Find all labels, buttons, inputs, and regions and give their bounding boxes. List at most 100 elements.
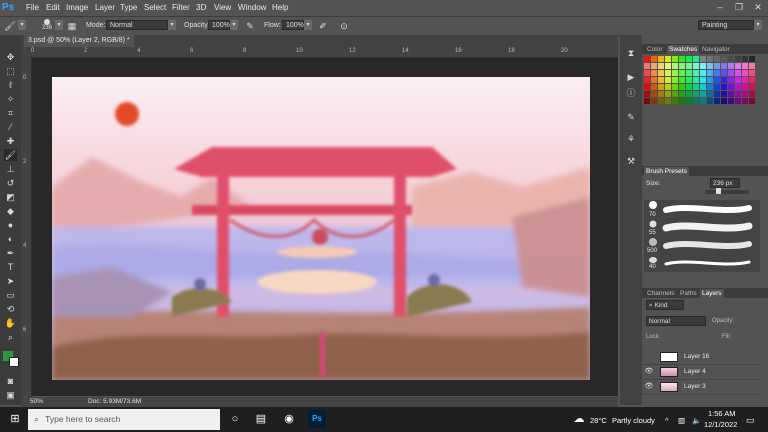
menu-type[interactable]: Type: [120, 3, 137, 12]
eye-icon[interactable]: 👁: [644, 382, 654, 392]
color-swatch[interactable]: [651, 77, 657, 83]
color-swatch[interactable]: [686, 98, 692, 104]
hand-tool-icon[interactable]: ✋: [4, 317, 17, 329]
tab-swatches[interactable]: Swatches: [667, 45, 700, 54]
type-tool-icon[interactable]: T: [4, 261, 17, 273]
color-swatch[interactable]: [686, 56, 692, 62]
mode-dropdown-arrow[interactable]: ▾: [168, 20, 176, 30]
weather-icon[interactable]: ☁: [570, 410, 588, 428]
color-swatch[interactable]: [693, 98, 699, 104]
color-swatch[interactable]: [672, 63, 678, 69]
marquee-tool-icon[interactable]: ⬚: [4, 65, 17, 77]
color-swatch[interactable]: [700, 91, 706, 97]
color-swatch[interactable]: [728, 63, 734, 69]
pen-tool-icon[interactable]: ✒: [4, 247, 17, 259]
color-swatch[interactable]: [693, 63, 699, 69]
brush-preset-list[interactable]: 70 55 500 40: [644, 200, 760, 272]
color-swatch[interactable]: [700, 77, 706, 83]
color-swatch[interactable]: [721, 98, 727, 104]
color-swatch[interactable]: [721, 91, 727, 97]
color-swatch[interactable]: [679, 84, 685, 90]
color-swatch[interactable]: [679, 77, 685, 83]
weather-temperature[interactable]: 28°C: [590, 416, 607, 425]
color-swatch[interactable]: [665, 98, 671, 104]
color-swatch[interactable]: [665, 84, 671, 90]
volume-icon[interactable]: 🔈: [692, 416, 701, 425]
color-swatch[interactable]: [707, 70, 713, 76]
brush-size-slider[interactable]: [705, 188, 749, 194]
swatches-grid[interactable]: [644, 56, 760, 108]
tab-color[interactable]: Color: [645, 45, 665, 54]
color-swatch[interactable]: [644, 70, 650, 76]
opacity-dropdown-arrow[interactable]: ▾: [230, 20, 238, 30]
color-swatch[interactable]: [714, 84, 720, 90]
color-swatch[interactable]: [742, 56, 748, 62]
color-swatch[interactable]: [686, 77, 692, 83]
color-swatch[interactable]: [651, 91, 657, 97]
background-color-swatch[interactable]: [9, 357, 19, 367]
color-swatch[interactable]: [665, 77, 671, 83]
close-window-button[interactable]: ✕: [750, 1, 766, 14]
menu-view[interactable]: View: [214, 3, 231, 12]
color-swatch[interactable]: [686, 91, 692, 97]
clock-date[interactable]: 12/1/2022: [704, 420, 737, 429]
opacity-input[interactable]: 100%: [208, 20, 230, 30]
color-swatch[interactable]: [749, 84, 755, 90]
color-swatch[interactable]: [644, 91, 650, 97]
color-swatch[interactable]: [742, 84, 748, 90]
file-explorer-icon[interactable]: ▤: [252, 410, 270, 428]
color-swatch[interactable]: [672, 77, 678, 83]
flow-input[interactable]: 100%: [282, 20, 304, 30]
screen-mode-icon[interactable]: ▣: [4, 389, 17, 401]
color-swatch[interactable]: [749, 98, 755, 104]
color-swatch[interactable]: [735, 56, 741, 62]
menu-window[interactable]: Window: [238, 3, 266, 12]
3d-tool-icon[interactable]: ⟲: [4, 303, 17, 315]
color-swatch[interactable]: [728, 70, 734, 76]
tab-brush-presets[interactable]: Brush Presets: [644, 167, 689, 176]
color-swatch[interactable]: [665, 56, 671, 62]
chrome-icon[interactable]: ◉: [280, 410, 298, 428]
color-swatch[interactable]: [721, 84, 727, 90]
photoshop-taskbar-icon[interactable]: Ps: [308, 410, 326, 428]
color-swatch[interactable]: [707, 98, 713, 104]
color-swatch[interactable]: [707, 63, 713, 69]
blur-tool-icon[interactable]: ●: [4, 219, 17, 231]
weather-description[interactable]: Partly cloudy: [612, 416, 655, 425]
brush-panel-toggle-icon[interactable]: ▦: [66, 20, 78, 32]
tab-navigator[interactable]: Navigator: [700, 45, 732, 54]
brush-picker-dropdown[interactable]: ▾: [55, 20, 63, 30]
healing-brush-tool-icon[interactable]: ✚: [4, 135, 17, 147]
color-swatch[interactable]: [700, 84, 706, 90]
color-swatch[interactable]: [658, 70, 664, 76]
color-swatch[interactable]: [672, 98, 678, 104]
color-swatch[interactable]: [686, 63, 692, 69]
color-swatch[interactable]: [735, 77, 741, 83]
color-swatch[interactable]: [672, 84, 678, 90]
color-swatch[interactable]: [686, 84, 692, 90]
brush-tool-icon[interactable]: 🖌: [4, 149, 17, 161]
color-swatch[interactable]: [749, 91, 755, 97]
color-swatch[interactable]: [742, 98, 748, 104]
color-swatch[interactable]: [644, 77, 650, 83]
color-swatch[interactable]: [749, 77, 755, 83]
color-swatch[interactable]: [665, 63, 671, 69]
menu-image[interactable]: Image: [66, 3, 88, 12]
color-swatch[interactable]: [651, 84, 657, 90]
color-swatch[interactable]: [693, 70, 699, 76]
clock-time[interactable]: 1:56 AM: [708, 409, 736, 418]
menu-file[interactable]: File: [26, 3, 39, 12]
clone-source-icon[interactable]: ⚘: [625, 133, 637, 145]
color-swatch[interactable]: [665, 70, 671, 76]
quick-select-tool-icon[interactable]: ✧: [4, 93, 17, 105]
layer-blend-mode-select[interactable]: Normal: [646, 316, 706, 326]
color-swatch[interactable]: [644, 56, 650, 62]
color-swatch[interactable]: [707, 84, 713, 90]
crop-tool-icon[interactable]: ⌗: [4, 107, 17, 119]
color-swatch[interactable]: [714, 70, 720, 76]
color-swatch[interactable]: [721, 70, 727, 76]
tool-presets-icon[interactable]: ⚒: [625, 155, 637, 167]
color-swatch[interactable]: [749, 63, 755, 69]
tab-layers[interactable]: Layers: [700, 289, 724, 298]
color-swatch[interactable]: [714, 56, 720, 62]
